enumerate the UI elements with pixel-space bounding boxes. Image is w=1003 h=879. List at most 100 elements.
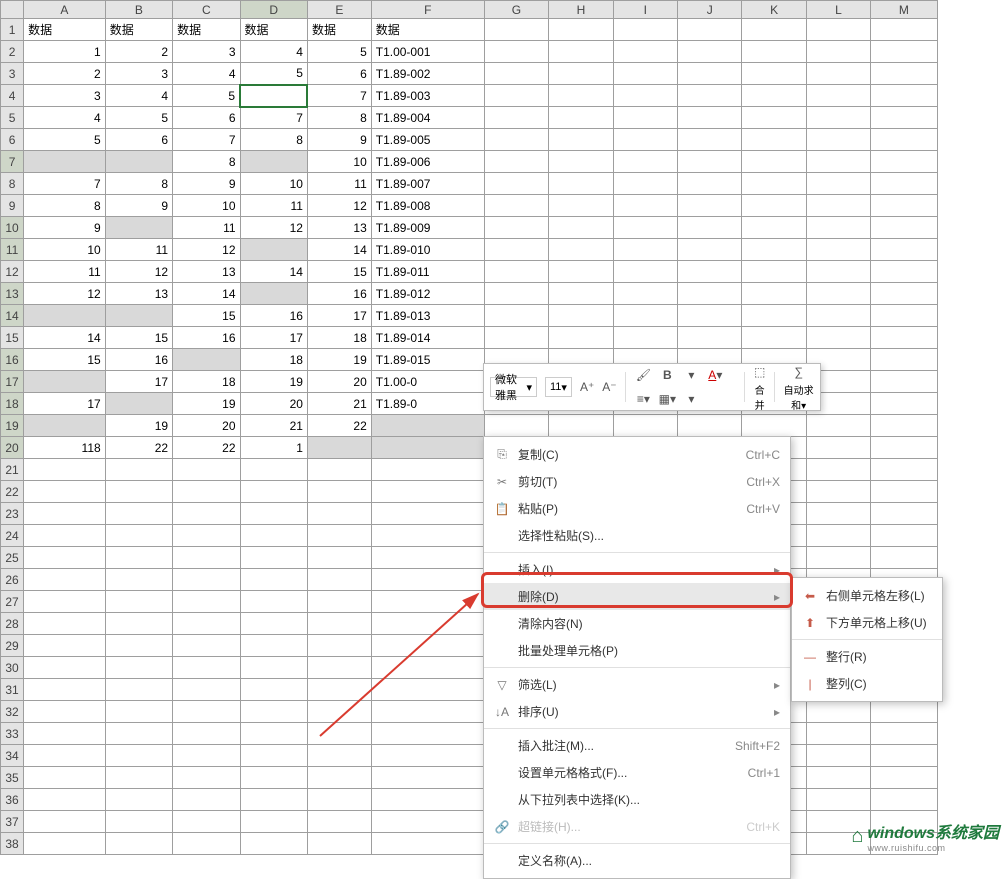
cell-L33[interactable] [806,723,870,745]
cell-E13[interactable]: 16 [307,283,371,305]
cell-J7[interactable] [678,151,742,173]
row-header-18[interactable]: 18 [1,393,24,415]
font-color-icon[interactable]: A▾ [705,365,725,385]
cell-I12[interactable] [613,261,677,283]
cell-E8[interactable]: 11 [307,173,371,195]
cell-F34[interactable] [371,745,484,767]
cell-M36[interactable] [871,789,937,811]
cell-I1[interactable] [613,19,677,41]
cell-D18[interactable]: 20 [240,393,307,415]
cell-B36[interactable] [105,789,172,811]
cell-B3[interactable]: 3 [105,63,172,85]
cell-M6[interactable] [871,129,937,151]
menu-item-5[interactable]: 插入(I)▸ [484,556,790,583]
cell-C30[interactable] [173,657,240,679]
cell-L21[interactable] [806,459,870,481]
bold-icon[interactable]: B [657,365,677,385]
cell-B6[interactable]: 6 [105,129,172,151]
cell-B8[interactable]: 8 [105,173,172,195]
cell-B31[interactable] [105,679,172,701]
cell-B9[interactable]: 9 [105,195,172,217]
cell-D11[interactable] [240,239,307,261]
cell-A11[interactable]: 10 [24,239,106,261]
row-header-16[interactable]: 16 [1,349,24,371]
cell-H10[interactable] [549,217,613,239]
cell-B19[interactable]: 19 [105,415,172,437]
cell-A6[interactable]: 5 [24,129,106,151]
cell-B14[interactable] [105,305,172,327]
cell-J19[interactable] [678,415,742,437]
column-header-H[interactable]: H [549,1,613,19]
cell-B38[interactable] [105,833,172,855]
cell-C32[interactable] [173,701,240,723]
cell-I9[interactable] [613,195,677,217]
cell-A24[interactable] [24,525,106,547]
cell-L13[interactable] [806,283,870,305]
cell-A20[interactable]: 118 [24,437,106,459]
select-all-corner[interactable] [1,1,24,19]
cell-A2[interactable]: 1 [24,41,106,63]
cell-L23[interactable] [806,503,870,525]
cell-A31[interactable] [24,679,106,701]
menu-item-3[interactable]: 选择性粘贴(S)... [484,522,790,549]
cell-H13[interactable] [549,283,613,305]
cell-C17[interactable]: 18 [173,371,240,393]
cell-A1[interactable]: 数据 [24,19,106,41]
cell-M32[interactable] [871,701,937,723]
menu-item-18[interactable]: 定义名称(A)... [484,847,790,874]
cell-F26[interactable] [371,569,484,591]
cell-F31[interactable] [371,679,484,701]
row-header-20[interactable]: 20 [1,437,24,459]
cell-H19[interactable] [549,415,613,437]
cell-H12[interactable] [549,261,613,283]
cell-L6[interactable] [806,129,870,151]
cell-F24[interactable] [371,525,484,547]
cell-D23[interactable] [240,503,307,525]
cell-E17[interactable]: 20 [307,371,371,393]
cell-K2[interactable] [742,41,806,63]
cell-M14[interactable] [871,305,937,327]
column-header-L[interactable]: L [806,1,870,19]
cell-F15[interactable]: T1.89-014 [371,327,484,349]
cell-J1[interactable] [678,19,742,41]
cell-H1[interactable] [549,19,613,41]
cell-B16[interactable]: 16 [105,349,172,371]
cell-F27[interactable] [371,591,484,613]
cell-K1[interactable] [742,19,806,41]
cell-L11[interactable] [806,239,870,261]
row-header-36[interactable]: 36 [1,789,24,811]
cell-E27[interactable] [307,591,371,613]
row-header-14[interactable]: 14 [1,305,24,327]
row-header-34[interactable]: 34 [1,745,24,767]
menu-item-0[interactable]: ⎘复制(C)Ctrl+C [484,441,790,468]
column-header-I[interactable]: I [613,1,677,19]
cell-C38[interactable] [173,833,240,855]
cell-E23[interactable] [307,503,371,525]
font-size-dropdown[interactable]: 11 ▾ [545,377,572,397]
cell-B13[interactable]: 13 [105,283,172,305]
cell-C12[interactable]: 13 [173,261,240,283]
cell-E11[interactable]: 14 [307,239,371,261]
cell-H9[interactable] [549,195,613,217]
cell-M19[interactable] [871,415,937,437]
cell-D38[interactable] [240,833,307,855]
row-header-7[interactable]: 7 [1,151,24,173]
cell-F3[interactable]: T1.89-002 [371,63,484,85]
submenu-item-4[interactable]: |整列(C) [792,670,942,697]
cell-H14[interactable] [549,305,613,327]
cell-K6[interactable] [742,129,806,151]
cell-K14[interactable] [742,305,806,327]
cell-M17[interactable] [871,371,937,393]
cell-J11[interactable] [678,239,742,261]
cell-E14[interactable]: 17 [307,305,371,327]
cell-J3[interactable] [678,63,742,85]
cell-F11[interactable]: T1.89-010 [371,239,484,261]
cell-C9[interactable]: 10 [173,195,240,217]
cell-H4[interactable] [549,85,613,107]
cell-M5[interactable] [871,107,937,129]
cell-M16[interactable] [871,349,937,371]
cell-F21[interactable] [371,459,484,481]
cell-L5[interactable] [806,107,870,129]
cell-D36[interactable] [240,789,307,811]
cell-E6[interactable]: 9 [307,129,371,151]
